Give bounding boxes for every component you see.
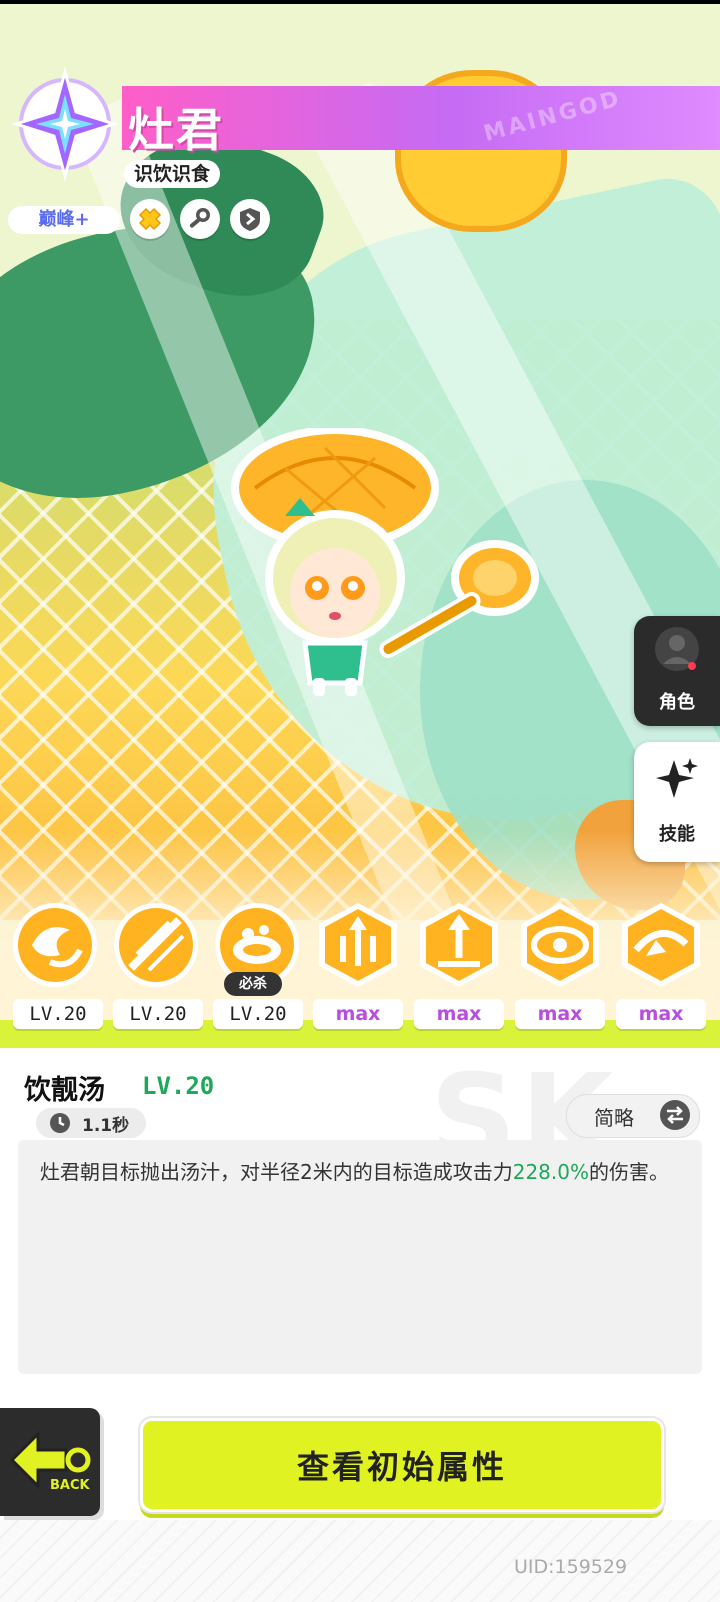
skill-level-6: max — [515, 999, 605, 1029]
skill-slot-5[interactable] — [414, 900, 504, 990]
skill-level: LV.20 — [142, 1072, 215, 1100]
skill-slot-6[interactable] — [515, 900, 605, 990]
user-id: UID:159529 — [514, 1556, 628, 1578]
skill-level-2: LV.20 — [113, 999, 203, 1029]
skill-description: 灶君朝目标抛出汤汁，对半径2米内的目标造成攻击力228.0%的伤害。 — [40, 1156, 700, 1188]
description-tail: 的伤害。 — [589, 1160, 669, 1184]
skill-name: 饮靓汤 — [24, 1075, 105, 1106]
character-title: 识饮识食 — [124, 160, 221, 188]
description-text: 灶君朝目标抛出汤汁，对半径2米内的目标造成攻击力 — [40, 1160, 513, 1184]
skill-level-1: LV.20 — [13, 999, 103, 1029]
tab-skills[interactable]: 技能 — [634, 742, 720, 862]
class-tag-shield[interactable] — [230, 199, 270, 239]
swap-icon — [660, 1100, 690, 1130]
back-button[interactable]: BACK — [0, 1408, 100, 1516]
class-tag-ladle[interactable] — [180, 199, 220, 239]
skill-slot-7[interactable] — [616, 900, 706, 990]
clock-icon — [50, 1113, 70, 1133]
rank-badge: 巅峰+ — [8, 206, 120, 234]
skill-slot-2[interactable] — [111, 900, 201, 990]
cross-icon — [138, 207, 162, 231]
skill-slot-4[interactable] — [313, 900, 403, 990]
description-highlight: 228.0% — [512, 1160, 589, 1184]
skill-level-7: max — [616, 999, 706, 1029]
tab-character[interactable]: 角色 — [634, 616, 720, 726]
ladle-icon — [189, 208, 210, 228]
back-label: BACK — [50, 1478, 90, 1493]
class-tag-cross[interactable] — [130, 199, 170, 239]
skill-slot-1[interactable] — [10, 900, 100, 990]
rank-star-emblem-icon — [11, 66, 119, 182]
banner-watermark: MAINGOD — [481, 86, 625, 147]
person-icon — [655, 627, 699, 671]
character-name: 灶君 — [128, 103, 224, 157]
shield-icon — [240, 208, 260, 231]
character-sprite — [231, 428, 539, 696]
tab-skills-label: 技能 — [659, 824, 695, 845]
brief-toggle-label: 简略 — [594, 1106, 634, 1130]
game-screen: MAINGOD 灶君 识饮识食 巅峰+ 角色 技能 必杀 LV.20 LV.20… — [0, 0, 720, 1602]
skill-level-4: max — [313, 999, 403, 1029]
ultimate-tag: 必杀 — [224, 972, 282, 996]
skill-level-5: max — [414, 999, 504, 1029]
tab-character-label: 角色 — [659, 692, 695, 713]
view-attributes-label: 查看初始属性 — [296, 1448, 507, 1486]
skill-level-3: LV.20 — [213, 999, 303, 1029]
sparkle-star-icon — [656, 758, 698, 798]
cooldown-value: 1.1秒 — [82, 1116, 130, 1136]
screen-frame — [0, 0, 720, 4]
